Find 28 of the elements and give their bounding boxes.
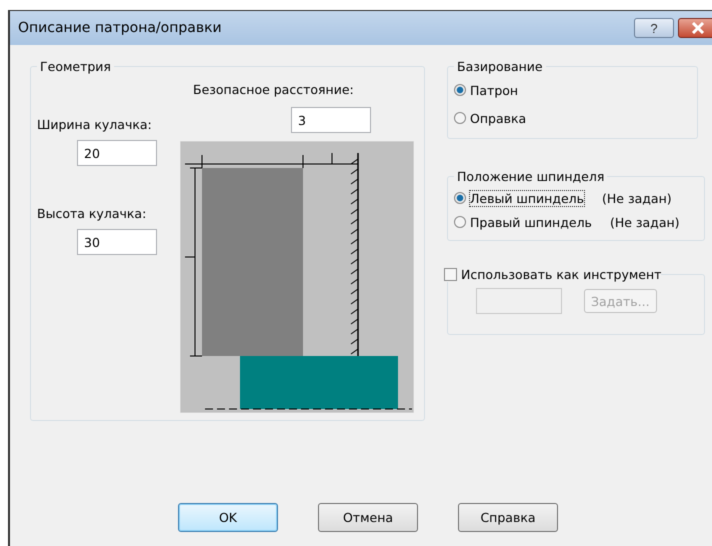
checkbox[interactable] <box>444 268 457 281</box>
status-text: (Не задан) <box>610 214 680 230</box>
safe-distance-field[interactable]: 3 <box>291 107 371 133</box>
group-title: Геометрия <box>39 59 112 74</box>
radio-option[interactable]: Оправка <box>454 104 693 132</box>
radio-label[interactable]: Правый шпиндель <box>470 214 592 230</box>
window-title: Описание патрона/оправки <box>18 20 223 36</box>
checkbox-label[interactable]: Использовать как инструмент <box>461 267 662 282</box>
close-button[interactable] <box>678 18 712 38</box>
help-button[interactable]: ? <box>634 18 674 38</box>
dialog-button[interactable]: Отмена <box>318 503 418 532</box>
radio-option[interactable]: Патрон <box>454 76 693 104</box>
radio-button[interactable] <box>454 112 466 124</box>
field-label: Высота кулачка: <box>37 206 146 221</box>
close-icon <box>691 22 705 34</box>
field-label: Безопасное расстояние: <box>193 82 355 97</box>
jaw-height-field[interactable]: 30 <box>77 229 157 255</box>
group-title: Положение шпинделя <box>456 169 606 184</box>
dialog-button[interactable]: Справка <box>458 503 558 532</box>
jaw-width-field[interactable]: 20 <box>77 140 157 166</box>
dialog-button[interactable]: OK <box>178 503 278 532</box>
radio-button[interactable] <box>454 84 466 96</box>
radio-button[interactable] <box>454 216 466 228</box>
radio-button[interactable] <box>454 192 466 204</box>
status-text: (Не задан) <box>602 190 672 206</box>
radio-label[interactable]: Левый шпиндель <box>470 190 584 206</box>
group-title: Базирование <box>456 59 544 74</box>
field-label: Ширина кулачка: <box>37 117 152 132</box>
